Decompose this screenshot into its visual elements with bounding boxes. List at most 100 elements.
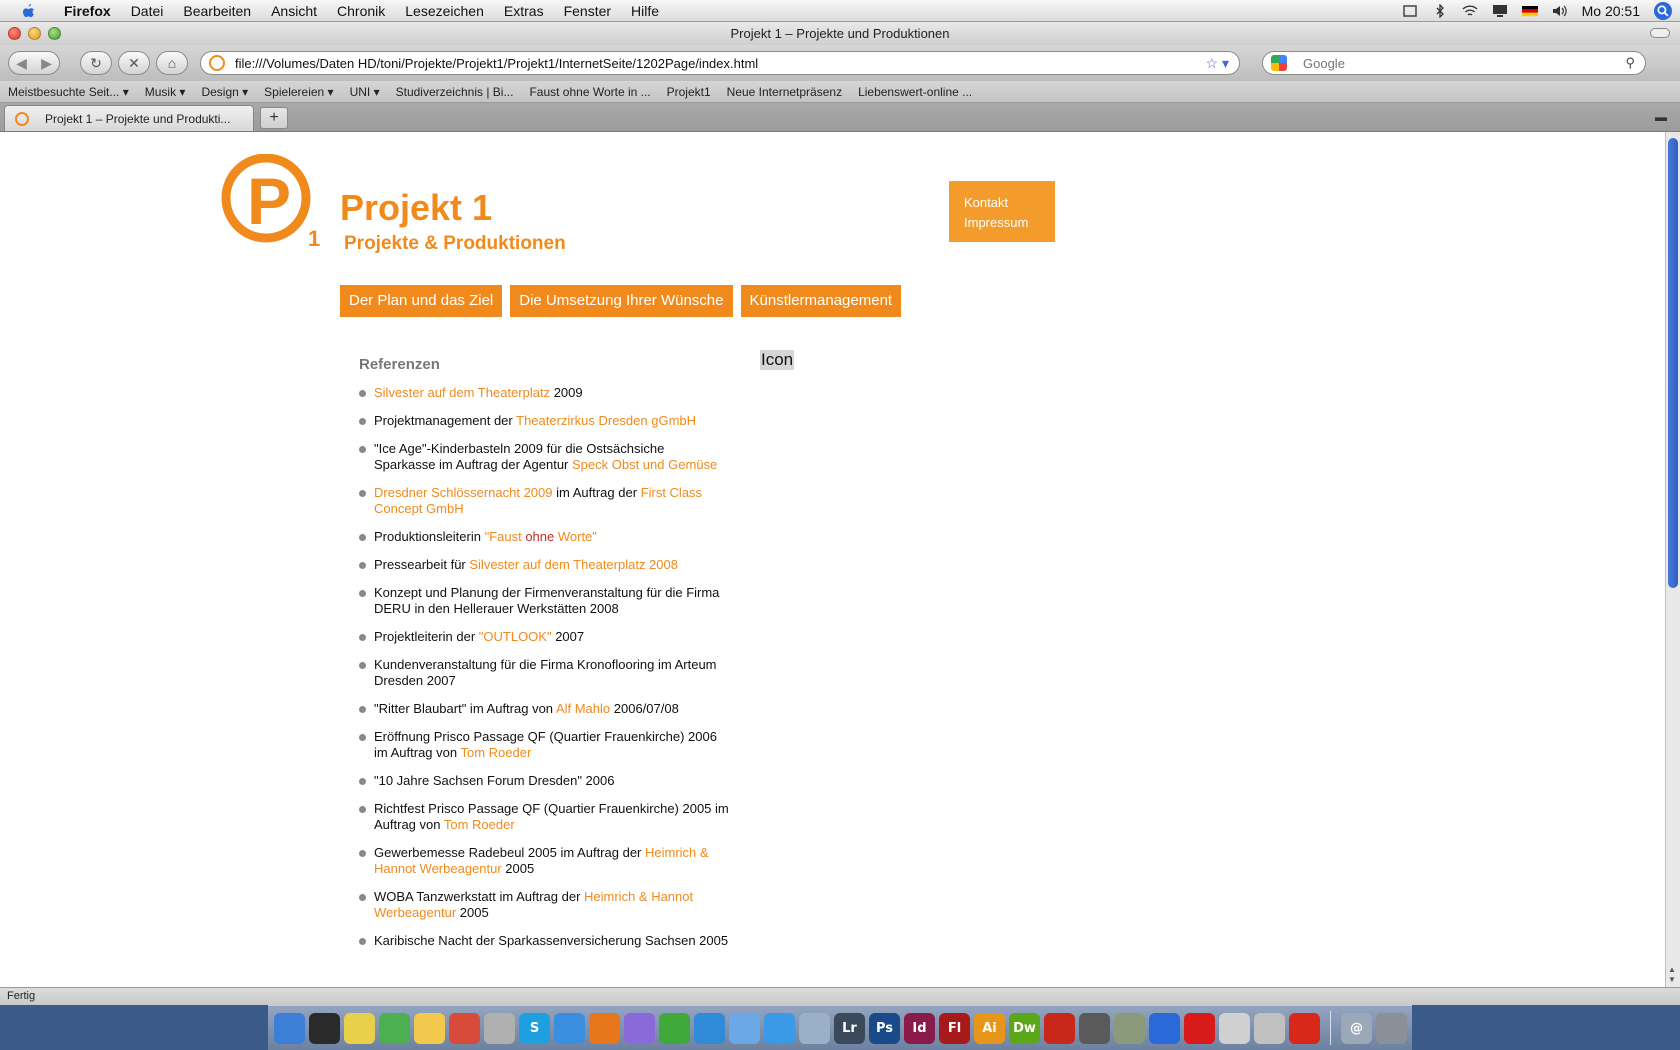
menu-fenster[interactable]: Fenster bbox=[554, 0, 621, 22]
mail-icon[interactable]: @ bbox=[1341, 1012, 1372, 1044]
scrollbar-thumb[interactable] bbox=[1668, 138, 1678, 588]
home-icon[interactable] bbox=[1149, 1012, 1180, 1044]
reference-item: Gewerbemesse Radebeul 2005 im Auftrag de… bbox=[359, 845, 729, 877]
lastfm-icon[interactable] bbox=[1184, 1012, 1215, 1044]
printer-icon[interactable] bbox=[1114, 1012, 1145, 1044]
close-window-button[interactable] bbox=[8, 27, 21, 40]
reference-link[interactable]: Silvester auf dem Theaterplatz 2008 bbox=[469, 557, 678, 572]
back-arrow-icon[interactable]: ◀ bbox=[9, 55, 34, 72]
illustrator-icon[interactable]: Ai bbox=[974, 1012, 1005, 1044]
dashboard-icon[interactable] bbox=[309, 1012, 340, 1044]
trash-icon[interactable] bbox=[1376, 1012, 1407, 1044]
cyberduck-icon[interactable] bbox=[414, 1012, 445, 1044]
search-bar[interactable]: ⚲ bbox=[1262, 51, 1646, 75]
menu-datei[interactable]: Datei bbox=[121, 0, 174, 22]
url-bar[interactable]: file:///Volumes/Daten HD/toni/Projekte/P… bbox=[200, 51, 1240, 75]
bookmark-item[interactable]: Spielereien ▾ bbox=[264, 85, 349, 99]
acrobat-icon[interactable] bbox=[1044, 1012, 1075, 1044]
reference-link[interactable]: Alf Mahlo bbox=[556, 701, 610, 716]
bookmark-item[interactable]: Design ▾ bbox=[201, 85, 264, 99]
skype-icon[interactable]: S bbox=[519, 1012, 550, 1044]
zoom-window-button[interactable] bbox=[48, 27, 61, 40]
url-text[interactable]: file:///Volumes/Daten HD/toni/Projekte/P… bbox=[235, 56, 1206, 71]
app-blue-icon[interactable] bbox=[694, 1012, 725, 1044]
reference-link[interactable]: Worte" bbox=[554, 529, 597, 544]
search-magnifier-icon[interactable]: ⚲ bbox=[1625, 55, 1635, 71]
reload-button[interactable]: ↻ bbox=[80, 51, 112, 75]
photoshop-icon[interactable]: Ps bbox=[869, 1012, 900, 1044]
bookmark-star-icon[interactable]: ☆ ▾ bbox=[1206, 55, 1229, 72]
toolbar-toggle-button[interactable] bbox=[1650, 28, 1670, 38]
german-flag-icon[interactable] bbox=[1521, 4, 1538, 18]
nav-umsetzung[interactable]: Die Umsetzung Ihrer Wünsche bbox=[510, 285, 733, 317]
scroll-arrows-icon[interactable]: ▲ ▼ bbox=[1668, 965, 1676, 985]
indesign-icon[interactable]: Id bbox=[904, 1012, 935, 1044]
home-button[interactable]: ⌂ bbox=[156, 51, 188, 75]
search-input[interactable] bbox=[1303, 55, 1626, 71]
app-purple-icon[interactable] bbox=[624, 1012, 655, 1044]
impressum-link[interactable]: Impressum bbox=[964, 213, 1040, 233]
firefox-icon[interactable] bbox=[589, 1012, 620, 1044]
apple-logo-icon[interactable] bbox=[20, 3, 36, 19]
new-tab-button[interactable]: + bbox=[260, 107, 288, 129]
forward-arrow-icon[interactable]: ▶ bbox=[34, 55, 59, 72]
bookmark-item[interactable]: Projekt1 bbox=[667, 85, 727, 99]
nav-kuenstlermanagement[interactable]: Künstlermanagement bbox=[740, 285, 902, 317]
bookmark-item[interactable]: UNI ▾ bbox=[350, 85, 396, 99]
menu-ansicht[interactable]: Ansicht bbox=[261, 0, 327, 22]
app-green-icon[interactable] bbox=[659, 1012, 690, 1044]
itunes-note-icon[interactable] bbox=[729, 1012, 760, 1044]
menu-lesezeichen[interactable]: Lesezeichen bbox=[395, 0, 494, 22]
acrobat-reader-icon[interactable] bbox=[1079, 1012, 1110, 1044]
menubar-clock[interactable]: Mo 20:51 bbox=[1582, 3, 1640, 19]
tab-list-icon[interactable]: ▬ bbox=[1650, 110, 1672, 126]
stickies-icon[interactable] bbox=[344, 1012, 375, 1044]
reference-link[interactable]: "OUTLOOK" bbox=[479, 629, 552, 644]
reference-link[interactable]: "Faust bbox=[485, 529, 526, 544]
adium-icon[interactable] bbox=[379, 1012, 410, 1044]
flash-icon[interactable]: Fl bbox=[939, 1012, 970, 1044]
menu-app-name[interactable]: Firefox bbox=[54, 0, 121, 22]
itunes-icon[interactable] bbox=[484, 1012, 515, 1044]
time-machine-icon[interactable] bbox=[1402, 4, 1418, 18]
safari-icon[interactable] bbox=[554, 1012, 585, 1044]
bookmark-item[interactable]: Liebenswert-online ... bbox=[858, 85, 988, 99]
bookmark-item[interactable]: Neue Internetpräsenz bbox=[727, 85, 858, 99]
volume-icon[interactable] bbox=[1552, 4, 1568, 18]
tab-active[interactable]: Projekt 1 – Projekte und Produkti... bbox=[4, 105, 254, 131]
menu-bearbeiten[interactable]: Bearbeiten bbox=[173, 0, 261, 22]
display-icon[interactable] bbox=[1492, 4, 1508, 18]
menu-chronik[interactable]: Chronik bbox=[327, 0, 395, 22]
lightroom-icon[interactable]: Lr bbox=[834, 1012, 865, 1044]
flashcards-icon[interactable] bbox=[1289, 1012, 1320, 1044]
kontakt-link[interactable]: Kontakt bbox=[964, 193, 1040, 213]
menu-extras[interactable]: Extras bbox=[494, 0, 554, 22]
app-swirl-icon[interactable] bbox=[764, 1012, 795, 1044]
nav-plan-ziel[interactable]: Der Plan und das Ziel bbox=[340, 285, 503, 317]
bookmark-item[interactable]: Musik ▾ bbox=[145, 85, 202, 99]
finder-icon[interactable] bbox=[274, 1012, 305, 1044]
reference-link[interactable]: Dresdner Schlössernacht 2009 bbox=[374, 485, 553, 500]
bookmark-item[interactable]: Meistbesuchte Seit... ▾ bbox=[8, 85, 145, 99]
wifi-icon[interactable] bbox=[1462, 4, 1478, 18]
reference-link[interactable]: Silvester auf dem Theaterplatz bbox=[374, 385, 550, 400]
reference-link[interactable]: Tom Roeder bbox=[444, 817, 515, 832]
scanner-icon[interactable] bbox=[1219, 1012, 1250, 1044]
minimize-window-button[interactable] bbox=[28, 27, 41, 40]
bookmark-item[interactable]: Studiverzeichnis | Bi... bbox=[396, 85, 530, 99]
bluetooth-icon[interactable] bbox=[1432, 3, 1448, 18]
reference-link[interactable]: Speck Obst und Gemüse bbox=[572, 457, 717, 472]
stop-button[interactable]: ✕ bbox=[118, 51, 150, 75]
menu-hilfe[interactable]: Hilfe bbox=[621, 0, 669, 22]
page-scrollbar[interactable]: ▲ ▼ bbox=[1665, 132, 1680, 987]
spotlight-icon[interactable] bbox=[1654, 1, 1672, 20]
bookmark-item[interactable]: Faust ohne Worte in ... bbox=[529, 85, 666, 99]
dvd-player-icon[interactable] bbox=[1254, 1012, 1285, 1044]
reference-link[interactable]: Theaterzirkus Dresden gGmbH bbox=[516, 413, 696, 428]
calendar-icon[interactable] bbox=[449, 1012, 480, 1044]
google-engine-icon[interactable] bbox=[1271, 55, 1287, 71]
main-navigation: Der Plan und das Ziel Die Umsetzung Ihre… bbox=[340, 285, 902, 317]
dreamweaver-icon[interactable]: Dw bbox=[1009, 1012, 1040, 1044]
reference-link[interactable]: Tom Roeder bbox=[460, 745, 531, 760]
preview-icon[interactable] bbox=[799, 1012, 830, 1044]
